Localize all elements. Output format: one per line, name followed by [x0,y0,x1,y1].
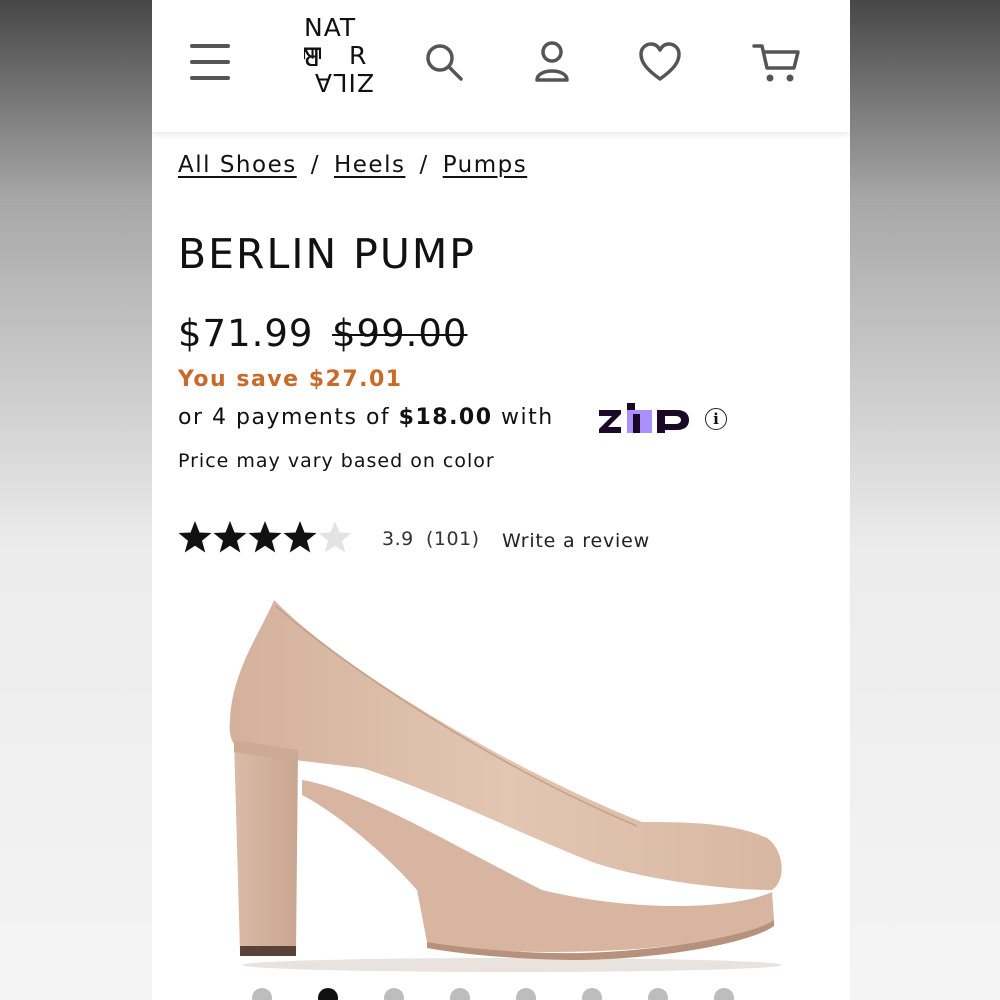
gallery-dot[interactable] [648,988,668,1000]
logo-middle-letters: E ​ R R [304,41,367,70]
product-title: BERLIN PUMP [178,230,476,278]
breadcrumb-heels[interactable]: Heels [334,152,405,178]
gallery-dot[interactable] [714,988,734,1000]
installment-suffix: with [492,405,554,430]
naturalizer-logo[interactable]: NAT E ​ R R ZILA [304,13,374,114]
review-count[interactable]: (101) [426,528,480,550]
breadcrumb: All Shoes / Heels / Pumps [178,152,527,178]
star-full-icon [248,521,282,553]
logo-row-3: ZILA [313,68,374,97]
background-left [0,0,152,1000]
gallery-dot-active[interactable] [318,988,338,1000]
installment-text: or 4 payments of $18.00 with [178,405,554,430]
svg-text:R: R [304,42,320,70]
hamburger-menu-icon[interactable] [188,40,232,84]
price-note: Price may vary based on color [178,450,495,472]
breadcrumb-separator: / [419,152,429,178]
installment-amount: $18.00 [398,405,493,430]
write-review-link[interactable]: Write a review [502,530,650,552]
logo-row-1: NAT [304,13,357,42]
installment-prefix: or 4 payments of [178,405,399,430]
search-icon[interactable] [424,42,466,84]
gallery-dot[interactable] [516,988,536,1000]
rating-value: 3.9 [382,528,414,550]
star-empty-icon [318,521,352,553]
breadcrumb-all-shoes[interactable]: All Shoes [178,152,297,178]
star-full-icon [178,521,212,553]
background-right [850,0,1000,1000]
original-price: $99.00 [332,312,468,355]
product-page: NAT E ​ R R ZILA [152,0,850,1000]
gallery-dot[interactable] [582,988,602,1000]
info-icon[interactable]: i [705,408,727,430]
star-rating[interactable] [178,520,358,556]
savings-text: You save $27.01 [178,367,403,392]
sale-price: $71.99 [178,312,314,355]
gallery-dot[interactable] [450,988,470,1000]
gallery-dot[interactable] [384,988,404,1000]
star-full-icon [213,521,247,553]
zip-logo[interactable] [597,400,693,436]
gallery-dot[interactable] [252,988,272,1000]
top-navigation-bar: NAT E ​ R R ZILA [152,0,850,132]
gallery-pagination [252,988,780,1000]
svg-text:R: R [349,41,367,70]
account-icon[interactable] [534,40,570,84]
heart-icon[interactable] [638,42,682,82]
cart-icon[interactable] [752,42,802,84]
breadcrumb-separator: / [310,152,320,178]
breadcrumb-pumps[interactable]: Pumps [443,152,528,178]
star-full-icon [283,521,317,553]
product-shoe-image[interactable] [212,590,792,980]
